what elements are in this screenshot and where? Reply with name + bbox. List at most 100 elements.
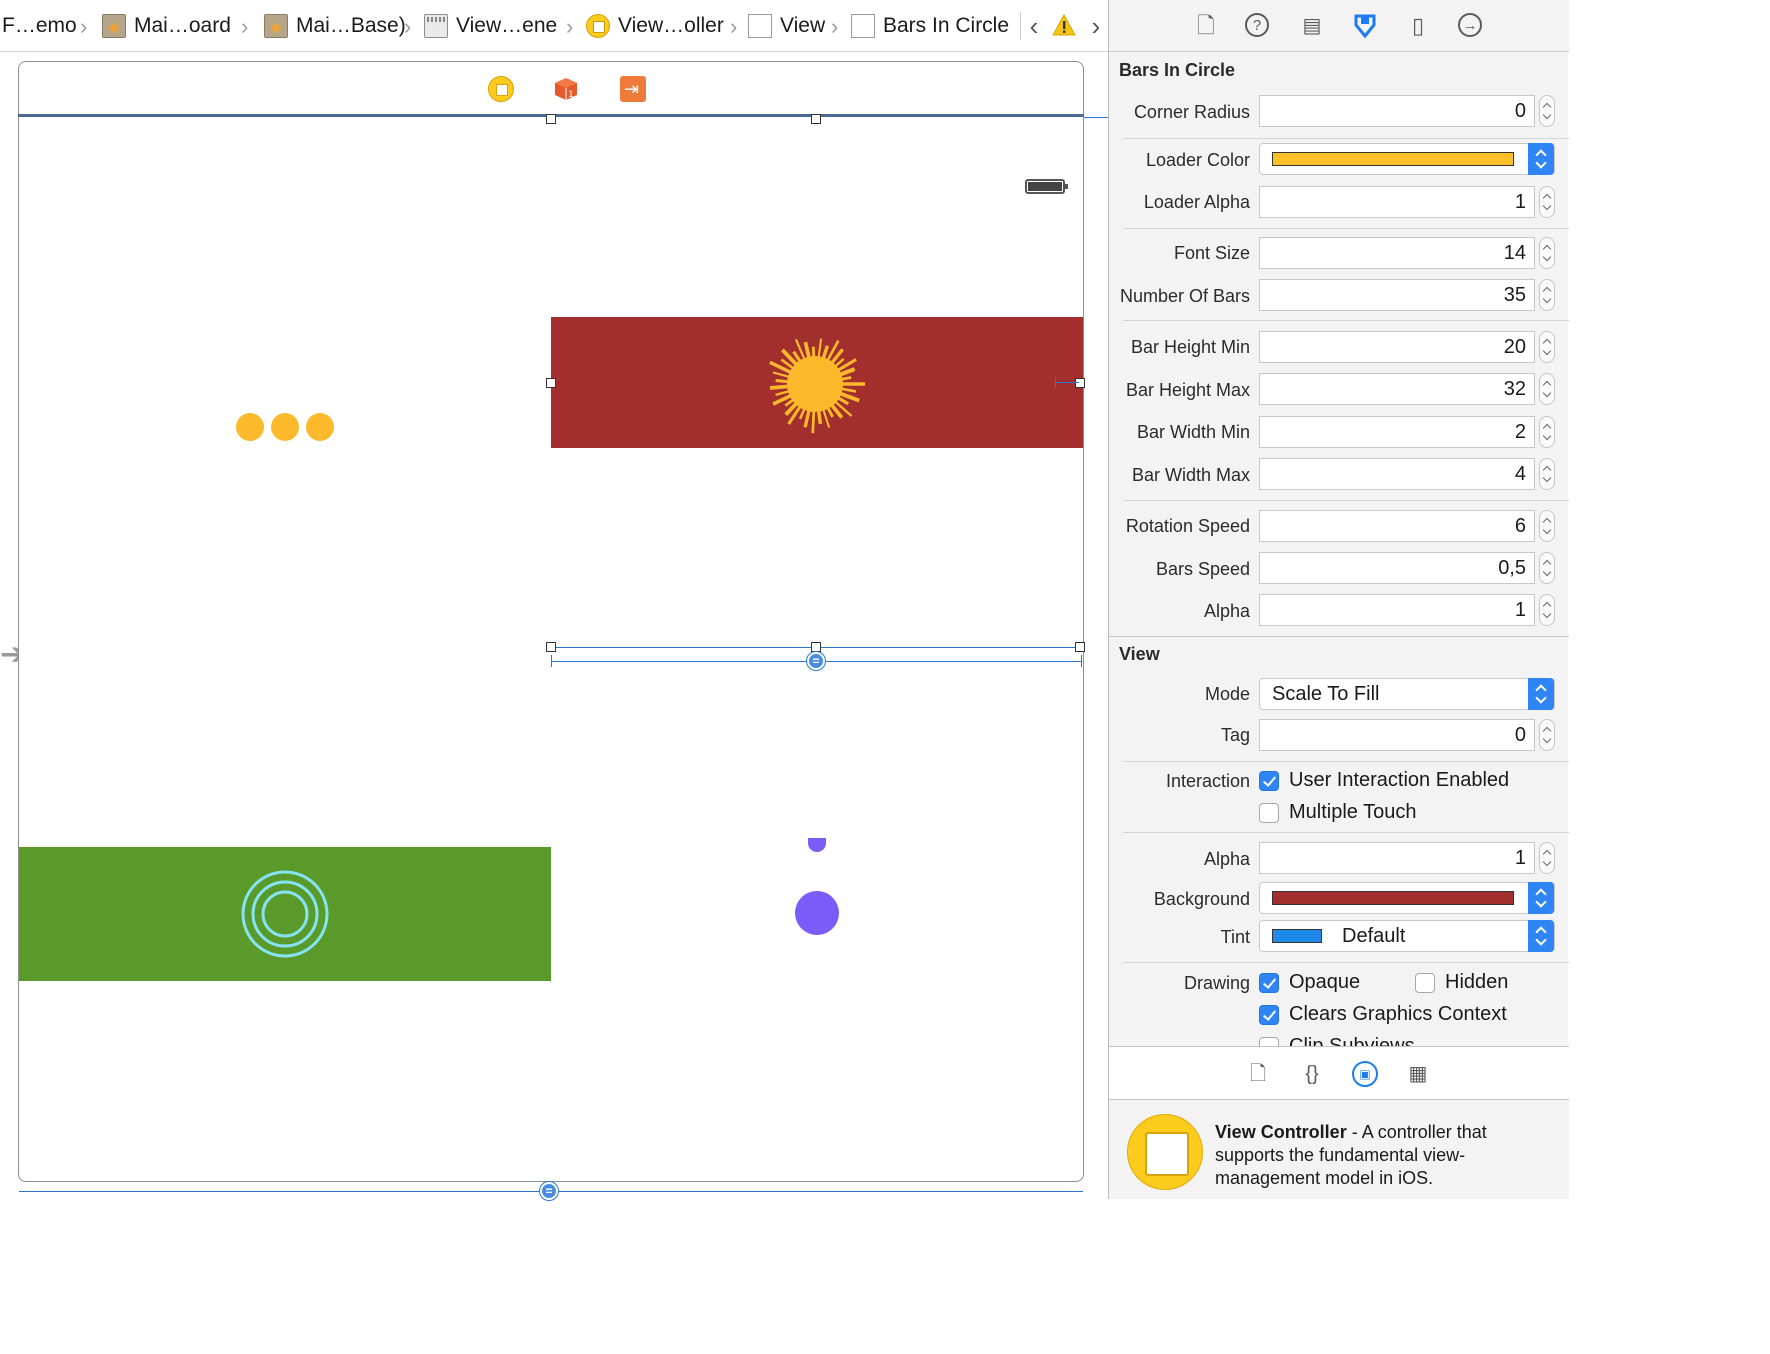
breadcrumb-storyboard[interactable]: Mai…oard	[102, 0, 231, 52]
file-inspector-icon[interactable]: 🗋	[1193, 13, 1219, 39]
chevron-updown-icon[interactable]	[1528, 678, 1554, 710]
corner-radius-stepper[interactable]	[1539, 95, 1555, 127]
breadcrumb-view[interactable]: View	[748, 0, 825, 52]
identity-inspector-icon[interactable]: ▤	[1299, 13, 1325, 39]
rotation-speed-stepper[interactable]	[1539, 510, 1555, 542]
chevron-updown-icon[interactable]	[1528, 920, 1554, 952]
resize-handle[interactable]	[546, 114, 556, 124]
storyboard-file-icon	[102, 14, 126, 38]
nav-back-button[interactable]: ‹	[1020, 10, 1048, 42]
code-snippet-icon[interactable]: {}	[1299, 1061, 1325, 1087]
library-tabs: 🗋 {} ▣ ▦	[1109, 1046, 1569, 1100]
bar-height-min-field[interactable]: 20	[1259, 331, 1535, 363]
breadcrumb-view-controller[interactable]: View…oller	[586, 0, 724, 52]
view-alpha-stepper[interactable]	[1539, 842, 1555, 874]
view-alpha-field[interactable]: 1	[1259, 842, 1535, 874]
resize-handle[interactable]	[546, 378, 556, 388]
mode-select[interactable]: Scale To Fill	[1259, 678, 1555, 710]
number-of-bars-stepper[interactable]	[1539, 279, 1555, 311]
breadcrumb-scene[interactable]: View…ene	[424, 0, 557, 52]
object-library-icon[interactable]: ▣	[1352, 1061, 1378, 1087]
resize-handle[interactable]	[811, 114, 821, 124]
file-template-icon[interactable]: 🗋	[1245, 1061, 1271, 1087]
chevron-updown-icon[interactable]	[1528, 882, 1554, 914]
chevron-right-icon: ›	[404, 14, 412, 39]
hidden-label: Hidden	[1445, 971, 1509, 993]
multiple-touch-checkbox[interactable]	[1259, 803, 1279, 823]
constraint-badge[interactable]: =	[540, 1182, 558, 1200]
loader-dot	[271, 413, 299, 441]
tag-field[interactable]: 0	[1259, 719, 1535, 751]
scene-icon	[424, 14, 448, 38]
warning-icon[interactable]	[1052, 14, 1076, 36]
alpha-stepper[interactable]	[1539, 594, 1555, 626]
first-responder-icon[interactable]: 1	[553, 76, 579, 102]
storyboard-canvas[interactable]: ➔ 1 ⇥ = =	[0, 52, 1108, 1200]
object-library-item[interactable]: View Controller - A controller that supp…	[1109, 1101, 1569, 1199]
loader-alpha-field[interactable]: 1	[1259, 186, 1535, 218]
bar-height-min-stepper[interactable]	[1539, 331, 1555, 363]
loader-alpha-stepper[interactable]	[1539, 186, 1555, 218]
size-inspector-icon[interactable]: ▯	[1405, 13, 1431, 39]
breadcrumb-storyboard-base[interactable]: Mai…Base)	[264, 0, 406, 52]
bar-width-min-stepper[interactable]	[1539, 416, 1555, 448]
scene-frame[interactable]	[18, 61, 1084, 1182]
bars-speed-label: Bars Speed	[1155, 559, 1250, 579]
view-controller-icon	[586, 14, 610, 38]
circle-loader-view[interactable]	[19, 847, 551, 981]
attributes-inspector-icon[interactable]	[1352, 13, 1378, 39]
clears-graphics-checkbox[interactable]	[1259, 1005, 1279, 1025]
resize-handle[interactable]	[811, 642, 821, 652]
view-controller-icon[interactable]	[488, 76, 514, 102]
bar-width-max-field[interactable]: 4	[1259, 458, 1535, 490]
chevron-right-icon: ›	[730, 14, 738, 39]
loader-color-well[interactable]	[1259, 143, 1555, 175]
tag-label: Tag	[1220, 725, 1250, 745]
divider	[1109, 636, 1569, 637]
user-interaction-label: User Interaction Enabled	[1289, 769, 1510, 791]
corner-radius-field[interactable]: 0	[1259, 95, 1535, 127]
resize-handle[interactable]	[1075, 642, 1085, 652]
breadcrumb-bars-in-circle[interactable]: Bars In Circle	[851, 0, 1009, 52]
bar-height-max-field[interactable]: 32	[1259, 373, 1535, 405]
tint-select[interactable]: Default	[1259, 920, 1555, 952]
divider	[1123, 138, 1569, 139]
constraint-line	[551, 655, 552, 667]
bar-width-min-field[interactable]: 2	[1259, 416, 1535, 448]
tag-stepper[interactable]	[1539, 719, 1555, 751]
bar-height-min-label: Bar Height Min	[1130, 337, 1250, 357]
resize-handle[interactable]	[546, 642, 556, 652]
background-color-well[interactable]	[1259, 882, 1555, 914]
breadcrumb-project[interactable]: F…emo	[2, 0, 77, 52]
tint-value: Default	[1342, 925, 1406, 947]
attributes-inspector: 🗋 ? ▤ ▯ → Bars In Circle Corner Radius 0…	[1108, 0, 1569, 1199]
mode-value: Scale To Fill	[1272, 683, 1380, 705]
exit-icon[interactable]	[620, 76, 646, 102]
rotation-speed-label: Rotation Speed	[1125, 516, 1250, 536]
rotation-speed-field[interactable]: 6	[1259, 510, 1535, 542]
hidden-checkbox[interactable]	[1415, 973, 1435, 993]
alpha-field[interactable]: 1	[1259, 594, 1535, 626]
bar-height-max-stepper[interactable]	[1539, 373, 1555, 405]
constraint-badge[interactable]: =	[807, 652, 825, 670]
bars-speed-stepper[interactable]	[1539, 552, 1555, 584]
view-alpha-label: Alpha	[1203, 849, 1250, 869]
font-size-field[interactable]: 14	[1259, 237, 1535, 269]
help-icon[interactable]: ?	[1245, 13, 1269, 37]
opaque-checkbox[interactable]	[1259, 973, 1279, 993]
drawing-label: Drawing	[1183, 973, 1250, 993]
resize-handle[interactable]	[1075, 378, 1085, 388]
connections-inspector-icon[interactable]: →	[1458, 13, 1482, 37]
bars-speed-field[interactable]: 0,5	[1259, 552, 1535, 584]
divider	[1123, 320, 1569, 321]
loader-bar	[811, 346, 816, 371]
font-size-stepper[interactable]	[1539, 237, 1555, 269]
nav-forward-button[interactable]: ›	[1082, 10, 1110, 42]
media-library-icon[interactable]: ▦	[1405, 1061, 1431, 1087]
bars-in-circle-view[interactable]	[551, 317, 1083, 448]
user-interaction-checkbox[interactable]	[1259, 771, 1279, 791]
number-of-bars-field[interactable]: 35	[1259, 279, 1535, 311]
object-description: View Controller - A controller that supp…	[1215, 1121, 1555, 1190]
chevron-updown-icon[interactable]	[1528, 143, 1554, 175]
bar-width-max-stepper[interactable]	[1539, 458, 1555, 490]
